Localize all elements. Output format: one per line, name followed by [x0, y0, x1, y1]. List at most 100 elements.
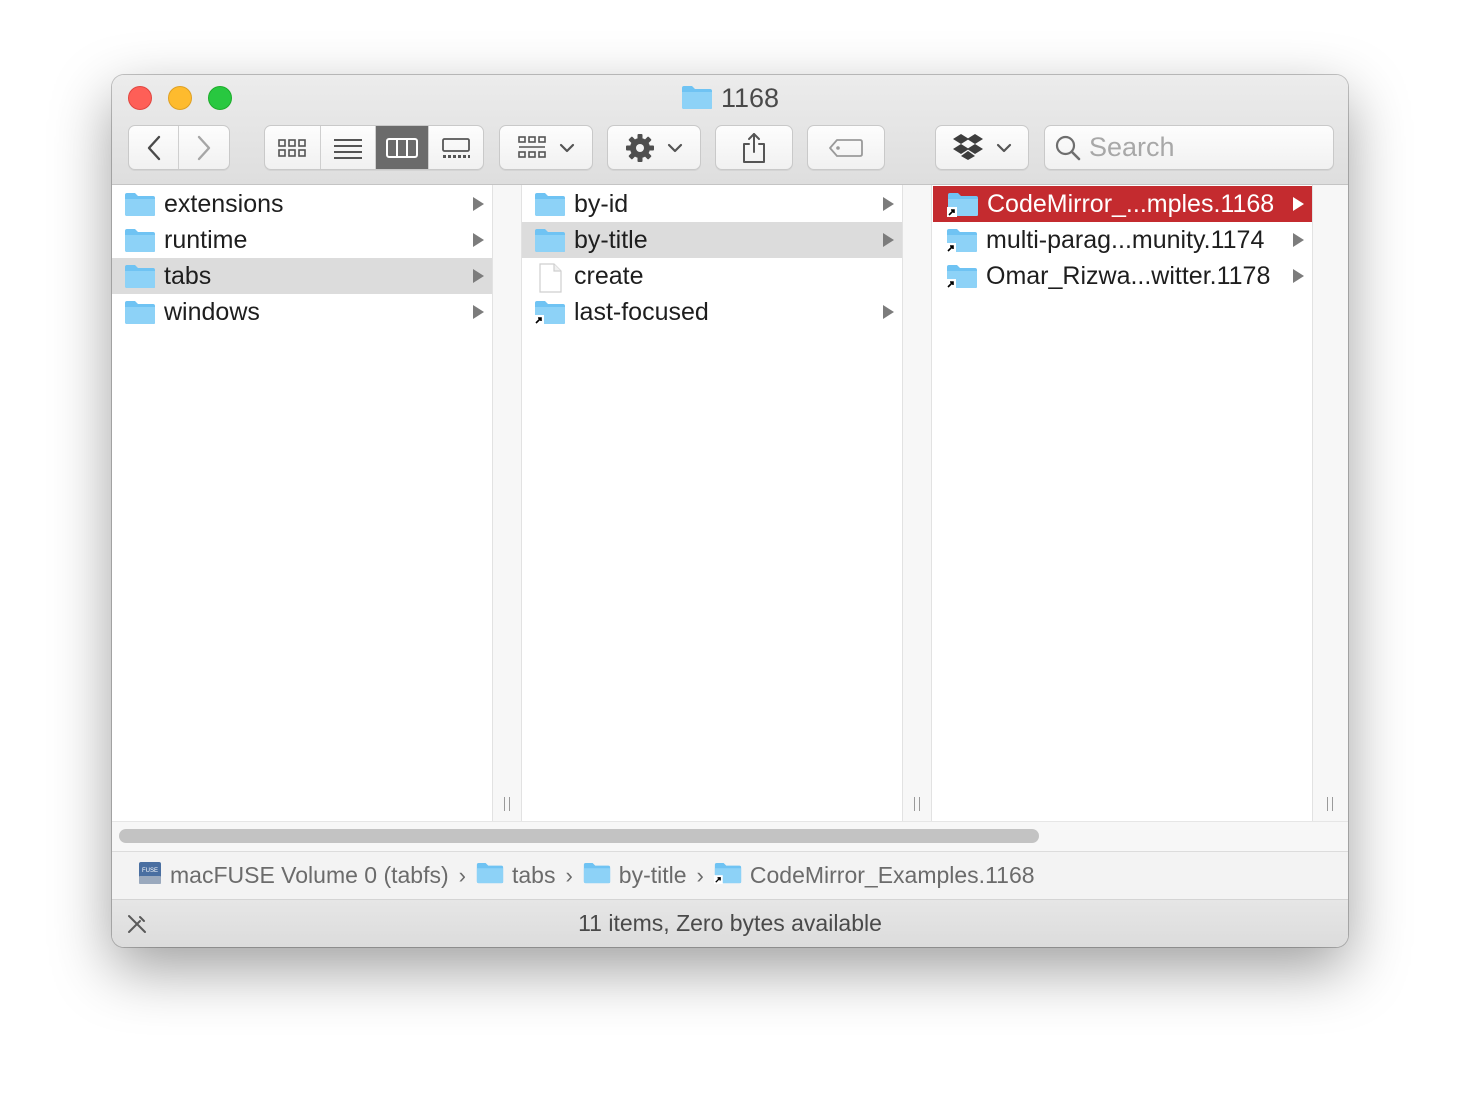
path-separator-icon: › [696, 862, 704, 888]
nav-buttons [128, 125, 230, 170]
alias-folder-icon [947, 191, 979, 217]
alias-folder-icon [713, 862, 742, 890]
list-item[interactable]: extensions [112, 186, 492, 222]
item-name: by-id [574, 189, 629, 218]
item-name: create [574, 261, 644, 290]
item-name: by-title [574, 225, 648, 254]
horizontal-scrollbar[interactable] [112, 821, 1348, 851]
columns-icon [385, 137, 418, 158]
folder-icon [681, 85, 713, 117]
dropbox-button[interactable] [935, 125, 1029, 170]
list-item[interactable]: last-focused [522, 294, 902, 330]
folder-icon [124, 227, 156, 253]
folder-icon [124, 191, 156, 217]
folder-icon [124, 263, 156, 289]
folder-icon [476, 862, 504, 890]
search-field[interactable]: Search [1044, 125, 1334, 170]
column-3-gutter [1313, 185, 1348, 821]
titlebar: 1168 Search [112, 75, 1348, 185]
drive-icon: FUSE [138, 861, 162, 891]
column-1: extensions runtime tabs windows [112, 185, 493, 821]
share-button[interactable] [715, 125, 793, 170]
disclosure-arrow-icon [473, 305, 484, 319]
item-name: CodeMirror_...mples.1168 [987, 189, 1275, 218]
disclosure-arrow-icon [883, 197, 894, 211]
alias-folder-icon [946, 263, 978, 289]
tags-button[interactable] [807, 125, 885, 170]
column-2: by-id by-title create last-focused [522, 185, 903, 821]
dropbox-icon [953, 133, 983, 160]
group-by-button[interactable] [499, 125, 593, 170]
gallery-view-button[interactable] [429, 126, 483, 169]
alias-folder-icon [534, 299, 566, 325]
icon-view-button[interactable] [265, 126, 321, 169]
disclosure-arrow-icon [883, 233, 894, 247]
scrollbar-thumb[interactable] [119, 829, 1039, 843]
path-bar: FUSE macFUSE Volume 0 (tabfs) › tabs › b… [112, 851, 1348, 900]
column-view-button[interactable] [376, 126, 429, 169]
gallery-icon [441, 137, 470, 158]
disclosure-arrow-icon [473, 233, 484, 247]
folder-icon [534, 191, 566, 217]
folder-icon [124, 299, 156, 325]
path-item-label: tabs [511, 862, 556, 888]
disclosure-arrow-icon [473, 269, 484, 283]
column-resize-handle[interactable] [1325, 797, 1335, 811]
chevron-down-icon [667, 143, 683, 152]
disclosure-arrow-icon [883, 305, 894, 319]
column-1-gutter [493, 185, 522, 821]
disclosure-arrow-icon [1293, 197, 1304, 211]
column-2-gutter [903, 185, 932, 821]
group-grid-icon [518, 135, 546, 158]
list-lines-icon [333, 138, 362, 159]
search-icon [1055, 135, 1081, 160]
list-item[interactable]: windows [112, 294, 492, 330]
forward-button[interactable] [179, 126, 229, 169]
list-item[interactable]: CodeMirror_...mples.1168 [933, 186, 1312, 222]
list-item[interactable]: tabs [112, 258, 492, 294]
list-item[interactable]: Omar_Rizwa...witter.1178 [932, 258, 1312, 294]
svg-text:FUSE: FUSE [142, 868, 158, 874]
disclosure-arrow-icon [473, 197, 484, 211]
back-button[interactable] [129, 126, 180, 169]
list-item[interactable]: multi-parag...munity.1174 [932, 222, 1312, 258]
path-separator-icon: › [565, 862, 573, 888]
column-resize-handle[interactable] [502, 797, 512, 811]
share-icon [743, 132, 765, 163]
item-name: extensions [164, 189, 284, 218]
disclosure-arrow-icon [1293, 269, 1304, 283]
item-name: windows [164, 297, 260, 326]
disclosure-arrow-icon [1293, 233, 1304, 247]
list-item[interactable]: create [522, 258, 902, 294]
column-3: CodeMirror_...mples.1168 multi-parag...m… [932, 185, 1313, 821]
column-resize-handle[interactable] [912, 797, 922, 811]
file-icon [534, 263, 566, 293]
path-item-label: by-title [618, 862, 687, 888]
window-title: 1168 [112, 83, 1348, 117]
tag-icon [829, 138, 863, 157]
path-item-by-title[interactable]: by-title [583, 862, 687, 890]
item-name: multi-parag...munity.1174 [986, 225, 1265, 254]
view-mode-control [264, 125, 484, 170]
column-browser: extensions runtime tabs windows by-id by… [112, 185, 1348, 821]
icon-grid-icon [278, 138, 307, 157]
search-placeholder: Search [1089, 132, 1175, 162]
action-menu-button[interactable] [607, 125, 701, 170]
item-name: tabs [164, 261, 212, 290]
no-write-icon [126, 913, 148, 941]
chevron-left-icon [147, 135, 160, 160]
chevron-down-icon [559, 143, 575, 152]
path-item-tabs[interactable]: tabs [476, 862, 555, 890]
list-item[interactable]: by-id [522, 186, 902, 222]
list-item[interactable]: runtime [112, 222, 492, 258]
path-item-codemirror[interactable]: CodeMirror_Examples.1168 [713, 862, 1035, 890]
path-item-volume[interactable]: FUSE macFUSE Volume 0 (tabfs) [138, 861, 449, 891]
path-separator-icon: › [458, 862, 466, 888]
list-item[interactable]: by-title [522, 222, 902, 258]
alias-folder-icon [946, 227, 978, 253]
folder-icon [583, 862, 611, 890]
item-name: last-focused [574, 297, 709, 326]
list-view-button[interactable] [321, 126, 376, 169]
item-name: runtime [164, 225, 248, 254]
status-bar: 11 items, Zero bytes available [112, 900, 1348, 947]
